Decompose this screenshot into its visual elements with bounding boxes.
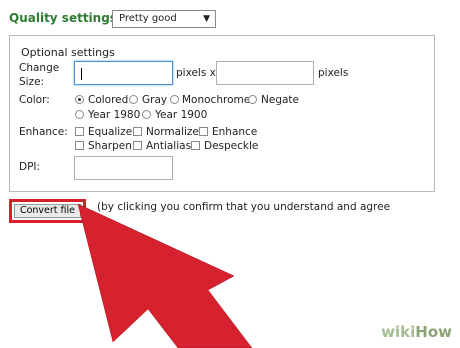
screenshot-frame: Quality settings: Pretty good ▼ Optional…	[0, 0, 460, 348]
wikihow-watermark: wikiHow	[381, 323, 452, 341]
watermark-how: How	[415, 323, 452, 341]
watermark-wiki: wiki	[381, 323, 416, 341]
annotation-arrow-icon	[77, 203, 253, 348]
